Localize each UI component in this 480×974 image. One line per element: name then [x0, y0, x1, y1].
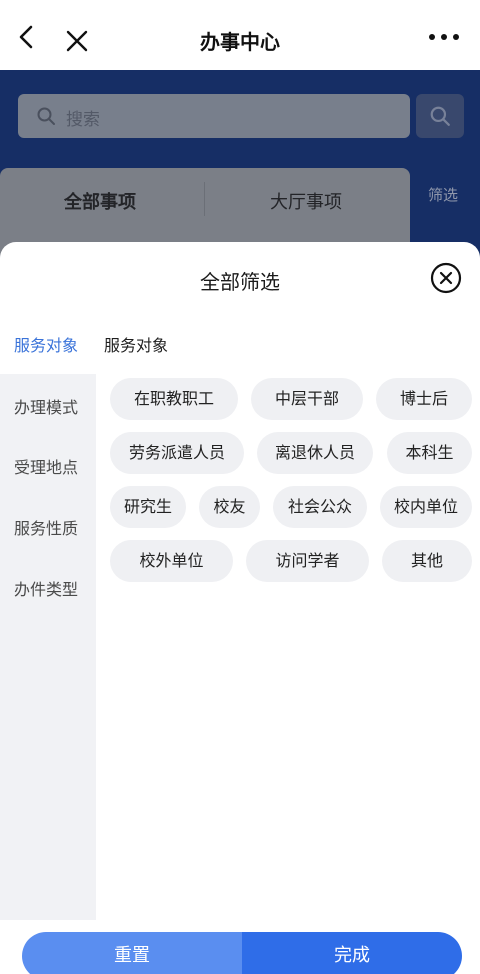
option-chip[interactable]: 离退休人员	[257, 432, 373, 474]
option-chip[interactable]: 在职教职工	[110, 378, 238, 420]
option-chip[interactable]: 校内单位	[380, 486, 472, 528]
category-service-target[interactable]: 服务对象	[14, 332, 78, 356]
close-circle-icon[interactable]	[430, 262, 462, 294]
top-nav-bar: 办事中心	[0, 0, 480, 70]
reset-button[interactable]: 重置	[22, 932, 242, 974]
category-case-type[interactable]: 办件类型	[14, 576, 78, 600]
action-bar: 重置 完成	[22, 932, 462, 974]
category-service-nature[interactable]: 服务性质	[14, 515, 78, 539]
more-horizontal-icon[interactable]	[428, 30, 460, 44]
section-heading: 服务对象	[104, 336, 169, 355]
option-chip[interactable]: 访问学者	[246, 540, 369, 582]
category-handling-mode[interactable]: 办理模式	[14, 394, 78, 418]
option-chip[interactable]: 劳务派遣人员	[110, 432, 244, 474]
option-chip[interactable]: 其他	[382, 540, 472, 582]
option-chip[interactable]: 社会公众	[273, 486, 367, 528]
option-chip[interactable]: 本科生	[387, 432, 472, 474]
page-title: 办事中心	[200, 30, 280, 54]
option-chip[interactable]: 校外单位	[110, 540, 233, 582]
filter-sheet: 全部筛选 服务对象 服务对象 办理模式 受理地点 服务性质 办件类型 在职教职工…	[0, 242, 480, 974]
option-chip[interactable]: 中层干部	[251, 378, 363, 420]
option-chip[interactable]: 研究生	[110, 486, 186, 528]
category-location[interactable]: 受理地点	[14, 454, 78, 478]
active-section-row: 服务对象 服务对象	[0, 326, 480, 366]
option-chip[interactable]: 博士后	[376, 378, 472, 420]
option-chip[interactable]: 校友	[199, 486, 260, 528]
done-button[interactable]: 完成	[242, 932, 462, 974]
sheet-title: 全部筛选	[200, 270, 280, 294]
category-sidebar: 办理模式 受理地点 服务性质 办件类型	[0, 374, 96, 920]
